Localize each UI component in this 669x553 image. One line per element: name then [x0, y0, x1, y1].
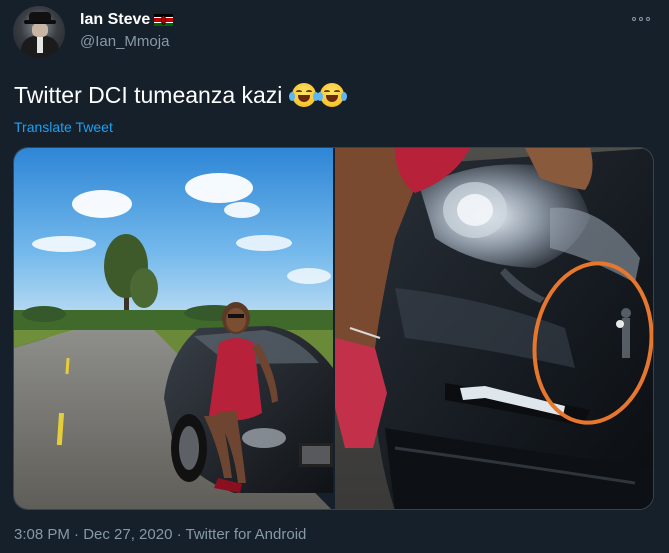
photo-woman-sitting-on-car-hood[interactable]: [14, 148, 333, 509]
photo-car-headlight-image: [335, 148, 653, 509]
more-options-icon[interactable]: [632, 12, 654, 26]
photo-woman-on-car-image: [14, 148, 333, 509]
translate-tweet-link[interactable]: Translate Tweet: [14, 119, 113, 135]
tweet: Ian Steve @Ian_Mmoja Twitter DCI tumeanz…: [0, 0, 669, 553]
tweet-media[interactable]: [13, 147, 654, 510]
tears-of-joy-emoji-icon: [289, 83, 320, 107]
tweet-text: Twitter DCI tumeanza kazi: [14, 80, 348, 110]
tweet-text-content: Twitter DCI tumeanza kazi: [14, 82, 283, 108]
kenya-flag-icon: [154, 14, 174, 26]
user-handle[interactable]: @Ian_Mmoja: [80, 33, 169, 50]
author-name-row[interactable]: Ian Steve: [80, 11, 174, 29]
tweet-timestamp-source[interactable]: 3:08 PM · Dec 27, 2020 · Twitter for And…: [14, 526, 306, 543]
display-name[interactable]: Ian Steve: [80, 11, 150, 29]
tears-of-joy-emoji-icon: [317, 83, 348, 107]
photo-car-headlight-closeup-circled[interactable]: [335, 148, 653, 509]
avatar[interactable]: [13, 6, 65, 58]
